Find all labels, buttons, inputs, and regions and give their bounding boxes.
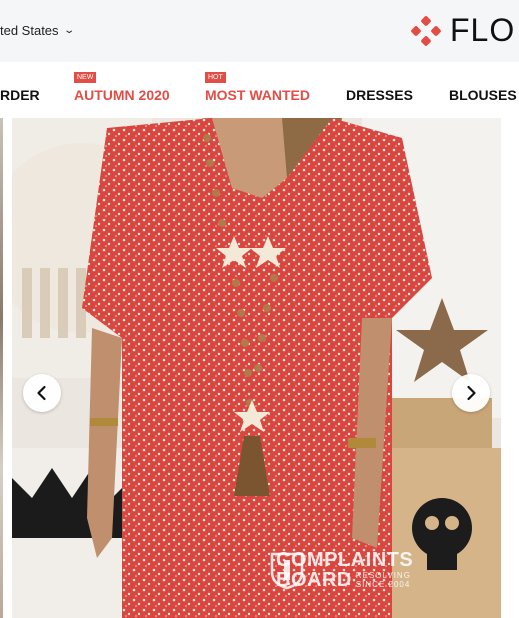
chevron-left-icon (37, 385, 46, 401)
product-gallery: COMPLAINTS BOARD RESOLVING SINCE 2004 (0, 118, 519, 618)
region-selector[interactable]: ted States ⌄ (0, 23, 75, 38)
nav-item-label: RDER (0, 87, 40, 103)
nav-item-dresses[interactable]: DRESSES (346, 87, 413, 103)
logo-text: FLO (450, 12, 516, 48)
previous-image-button[interactable] (23, 374, 61, 412)
nav-item-label: DRESSES (346, 87, 413, 103)
chevron-right-icon (467, 385, 476, 401)
complaints-board-watermark: COMPLAINTS BOARD RESOLVING SINCE 2004 (270, 550, 413, 590)
nav-item-label: BLOUSES (449, 87, 517, 103)
next-image-button[interactable] (452, 374, 490, 412)
region-label: ted States (0, 23, 59, 38)
new-badge: NEW (74, 72, 97, 83)
watermark-tag2: SINCE 2004 (355, 580, 411, 589)
nav-item-autumn-2020[interactable]: AUTUMN 2020 (74, 87, 170, 103)
category-nav: RDER NEW AUTUMN 2020 HOT MOST WANTED DRE… (0, 62, 519, 119)
chevron-down-icon: ⌄ (62, 25, 75, 36)
shield-icon (270, 552, 304, 590)
watermark-tag1: RESOLVING (355, 571, 411, 580)
nav-item-blouses[interactable]: BLOUSES (449, 87, 517, 103)
product-photo[interactable]: COMPLAINTS BOARD RESOLVING SINCE 2004 (12, 118, 501, 618)
hot-badge: HOT (205, 72, 226, 83)
nav-item-label: AUTUMN 2020 (74, 87, 170, 103)
top-bar: ted States ⌄ FLO (0, 0, 519, 62)
nav-item-order[interactable]: RDER (0, 87, 40, 103)
previous-slide-peek (0, 118, 3, 618)
flower-logo-icon (411, 15, 441, 46)
nav-item-label: MOST WANTED (205, 87, 310, 103)
site-logo[interactable]: FLO (410, 12, 515, 49)
nav-item-most-wanted[interactable]: MOST WANTED (205, 87, 310, 103)
dress-photo-illustration (12, 118, 501, 618)
